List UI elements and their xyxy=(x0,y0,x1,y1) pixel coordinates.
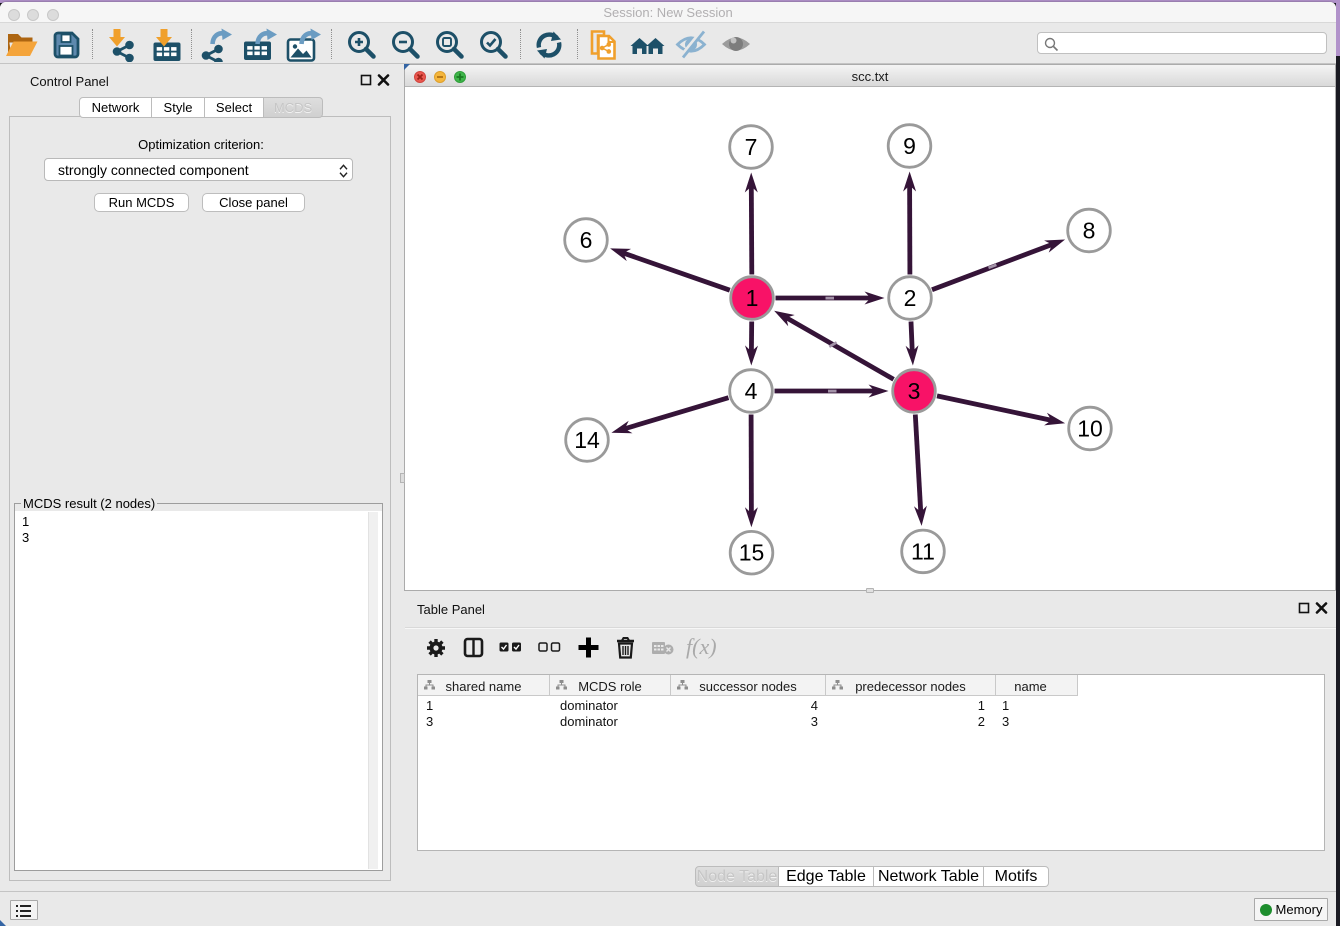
svg-text:3: 3 xyxy=(908,378,921,404)
svg-text:10: 10 xyxy=(1077,416,1103,442)
svg-text:2: 2 xyxy=(904,285,917,311)
svg-text:4: 4 xyxy=(745,378,758,404)
svg-text:7: 7 xyxy=(745,134,758,160)
svg-text:11: 11 xyxy=(911,538,935,564)
svg-text:6: 6 xyxy=(580,227,593,253)
svg-text:8: 8 xyxy=(1083,218,1096,244)
svg-text:1: 1 xyxy=(746,285,759,311)
svg-text:14: 14 xyxy=(574,427,600,453)
svg-text:9: 9 xyxy=(903,133,916,159)
svg-text:15: 15 xyxy=(739,540,765,566)
